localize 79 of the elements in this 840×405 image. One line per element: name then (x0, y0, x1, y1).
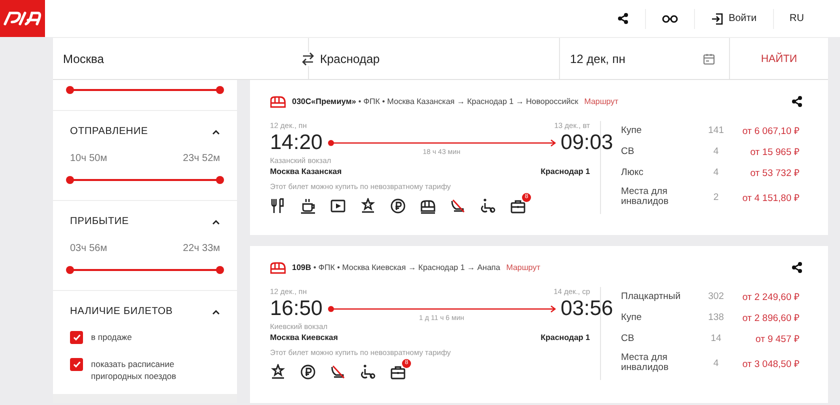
caret-icon[interactable] (212, 128, 220, 134)
arrival-station: Краснодар 1 (540, 333, 590, 342)
price-link[interactable]: от 2 249,60 ₽ (731, 290, 800, 303)
departure-time: 14:20 (270, 130, 323, 156)
swap-icon[interactable] (302, 52, 314, 66)
caret-icon[interactable] (212, 218, 220, 224)
checkbox-label: показать расписание пригородных поездов (91, 358, 178, 382)
filter-title: ПРИБЫТИЕ (70, 216, 129, 227)
checkbox[interactable] (70, 331, 83, 344)
route-link[interactable]: Маршрут (506, 263, 540, 272)
seat-count: 302 (707, 291, 725, 302)
price-link[interactable]: от 53 732 ₽ (731, 166, 800, 179)
departure-station: Москва Казанская (270, 167, 342, 176)
range-min: 10ч 50м (70, 153, 108, 164)
seat-count: 14 (710, 333, 722, 344)
checkbox-label: в продаже (91, 331, 133, 343)
seat-count: 2 (712, 192, 720, 202)
seat-count: 4 (712, 167, 720, 178)
class-name: Места для инвалидов (621, 353, 670, 373)
price-link[interactable]: от 3 048,50 ₽ (731, 356, 800, 370)
price-link[interactable]: от 6 067,10 ₽ (731, 124, 800, 137)
departure-station: Москва Киевская (270, 333, 338, 342)
seat-count: 138 (707, 312, 725, 323)
star-podium-icon (360, 198, 376, 214)
play-icon (330, 198, 346, 214)
class-name: Плацкартный (621, 292, 682, 302)
departure-time: 16:50 (270, 296, 323, 322)
share-icon[interactable] (791, 261, 803, 274)
class-name: Купе (621, 312, 643, 322)
wheelchair-icon (360, 364, 376, 380)
range-min: 03ч 56м (70, 243, 108, 254)
route-link[interactable]: Маршрут (584, 97, 618, 106)
share-icon[interactable] (616, 12, 629, 25)
train-route: 109В • ФПК • Москва Киевская → Краснодар 1 → Анапа (292, 263, 500, 272)
cup-icon (300, 198, 316, 214)
crossed-out-icon (330, 364, 346, 380)
class-name: Места для инвалидов (621, 187, 670, 207)
checkbox[interactable] (70, 358, 83, 371)
route-arrow-icon (326, 305, 557, 313)
logo[interactable] (0, 0, 45, 37)
price-link[interactable]: от 2 896,60 ₽ (731, 311, 800, 324)
price-link[interactable]: от 15 965 ₽ (731, 145, 800, 158)
arrival-time: 03:56 (560, 296, 614, 322)
login-icon (710, 12, 723, 24)
to-field[interactable]: Краснодар (320, 52, 380, 66)
coin-icon (300, 364, 316, 380)
arrival-station: Краснодар 1 (540, 167, 590, 176)
share-icon[interactable] (791, 95, 803, 108)
class-name: Люкс (621, 168, 644, 178)
class-name: Купе (621, 126, 643, 136)
range-max: 22ч 33м (182, 243, 220, 254)
price-link[interactable]: от 9 457 ₽ (731, 332, 800, 345)
class-name: СВ (621, 334, 636, 344)
star-podium-icon (270, 364, 286, 380)
train-route: 030С«Премиум» • ФПК • Москва Казанская → Краснодар 1 → Новороссийск (292, 97, 578, 106)
coin-icon (390, 198, 406, 214)
crossed-out-icon (450, 198, 466, 214)
route-arrow-icon (326, 139, 557, 147)
price-link[interactable]: от 4 151,80 ₽ (731, 190, 800, 204)
seat-count: 141 (707, 125, 725, 136)
range-max: 23ч 52м (182, 153, 220, 164)
fork-knife-icon (270, 198, 286, 214)
train-icon (270, 262, 286, 274)
filter-title: ОТПРАВЛЕНИЕ (70, 126, 148, 137)
calendar-icon[interactable] (703, 52, 715, 64)
train-icon (270, 96, 286, 108)
train-icon (420, 198, 436, 214)
arrival-time: 09:03 (560, 130, 614, 156)
glasses-icon[interactable] (662, 14, 678, 24)
seat-count: 4 (712, 358, 720, 368)
class-name: СВ (621, 146, 636, 156)
filter-title: НАЛИЧИЕ БИЛЕТОВ (70, 306, 173, 317)
checkmark-icon (72, 361, 80, 368)
wheelchair-icon (480, 198, 496, 214)
language-button[interactable]: RU (790, 13, 804, 24)
seat-count: 4 (712, 146, 720, 157)
caret-icon[interactable] (212, 308, 220, 314)
login-button[interactable]: Войти (710, 12, 757, 24)
checkmark-icon (72, 334, 80, 341)
